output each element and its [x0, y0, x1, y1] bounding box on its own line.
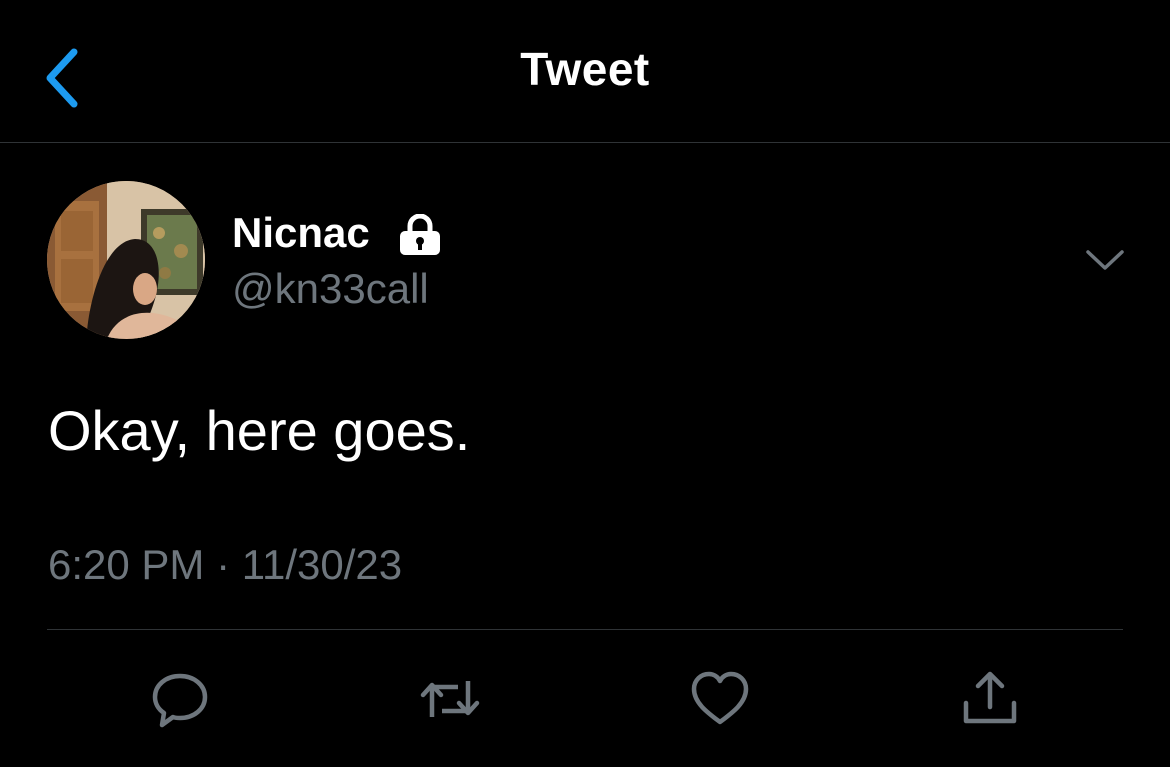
avatar[interactable] — [47, 181, 205, 339]
avatar-image — [47, 181, 205, 339]
tweet-text: Okay, here goes. — [48, 399, 471, 462]
top-bar: Tweet — [0, 0, 1170, 143]
retweet-button[interactable] — [418, 667, 482, 731]
divider — [47, 629, 1123, 630]
more-options-button[interactable] — [1080, 240, 1130, 280]
author-handle[interactable]: @kn33call — [232, 263, 429, 315]
share-icon — [963, 671, 1017, 724]
share-button[interactable] — [958, 667, 1022, 731]
lock-icon — [397, 213, 443, 256]
reply-icon — [152, 673, 208, 728]
reply-button[interactable] — [148, 667, 212, 731]
tweet-timestamp[interactable]: 6:20 PM · 11/30/23 — [48, 538, 402, 592]
page-title: Tweet — [520, 43, 650, 95]
heart-icon — [691, 671, 749, 725]
author-display-name[interactable]: Nicnac — [232, 207, 370, 259]
like-button[interactable] — [688, 667, 752, 731]
chevron-down-icon — [1086, 250, 1124, 270]
retweet-icon — [420, 681, 480, 717]
